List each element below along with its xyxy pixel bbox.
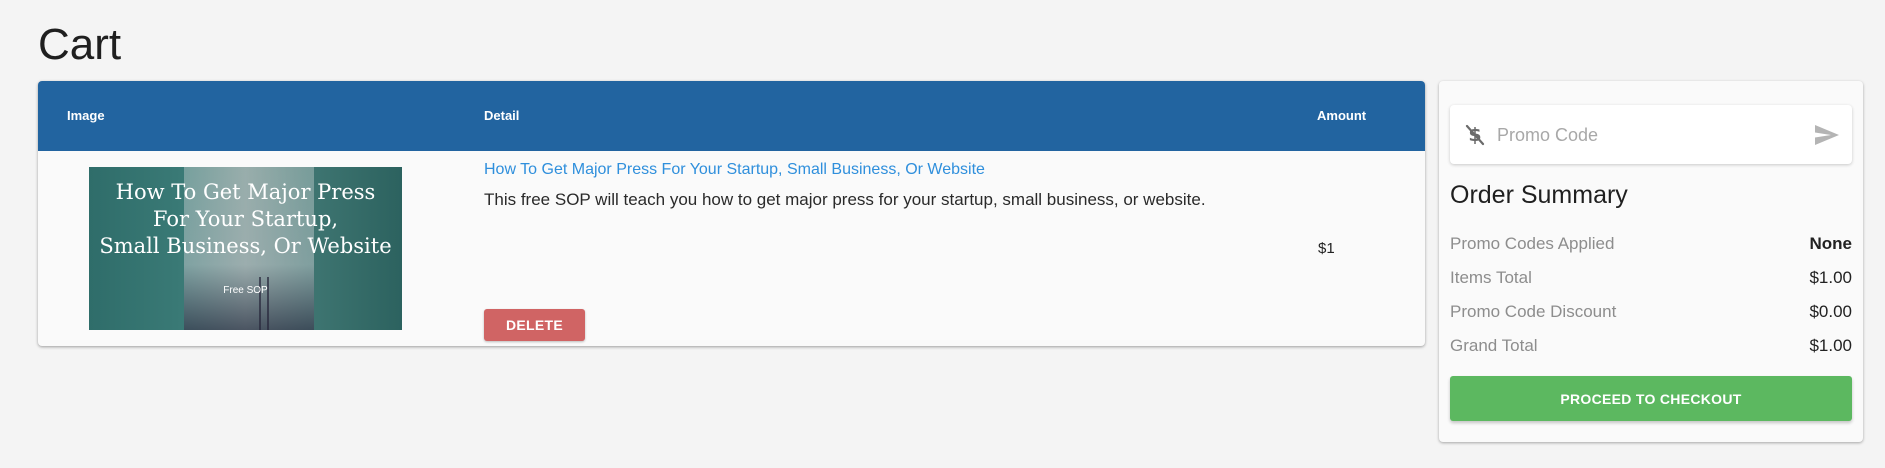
summary-value: None xyxy=(1809,234,1853,253)
proceed-to-checkout-button[interactable]: PROCEED TO CHECKOUT xyxy=(1450,376,1852,421)
no-dollar-icon: $ xyxy=(1463,122,1487,146)
summary-label: Promo Code Discount xyxy=(1450,302,1617,321)
summary-value: $0.00 xyxy=(1809,302,1852,321)
product-thumbnail: How To Get Major Press For Your Startup,… xyxy=(89,167,402,330)
order-summary-card: $ Order Summary Promo Codes Applied None… xyxy=(1439,81,1863,442)
summary-row-promo-code-discount: Promo Code Discount $0.00 xyxy=(1450,302,1852,326)
send-icon[interactable] xyxy=(1813,122,1841,148)
cart-table: Image Detail Amount How To Get Major Pre… xyxy=(38,81,1425,346)
thumbnail-subtitle: Free SOP xyxy=(223,285,268,296)
item-amount: $1 xyxy=(1318,240,1335,257)
cart-table-header: Image Detail Amount xyxy=(38,81,1425,151)
delete-button[interactable]: DELETE xyxy=(484,309,585,341)
summary-label: Items Total xyxy=(1450,268,1532,287)
summary-value: $1.00 xyxy=(1809,336,1852,355)
order-summary-title: Order Summary xyxy=(1450,181,1628,209)
page-title: Cart xyxy=(38,20,122,69)
summary-value: $1.00 xyxy=(1809,268,1852,287)
column-header-image: Image xyxy=(67,108,105,123)
summary-row-promo-codes-applied: Promo Codes Applied None xyxy=(1450,234,1852,258)
promo-code-field: $ xyxy=(1450,105,1852,164)
summary-row-grand-total: Grand Total $1.00 xyxy=(1450,336,1852,360)
summary-row-items-total: Items Total $1.00 xyxy=(1450,268,1852,292)
summary-label: Grand Total xyxy=(1450,336,1538,355)
promo-code-input[interactable] xyxy=(1495,119,1799,151)
column-header-detail: Detail xyxy=(484,108,520,123)
summary-label: Promo Codes Applied xyxy=(1450,234,1615,253)
column-header-amount: Amount xyxy=(1317,108,1367,123)
product-title-link[interactable]: How To Get Major Press For Your Startup,… xyxy=(484,161,985,179)
thumbnail-title: How To Get Major Press For Your Startup,… xyxy=(99,180,392,258)
product-description: This free SOP will teach you how to get … xyxy=(484,190,1206,209)
